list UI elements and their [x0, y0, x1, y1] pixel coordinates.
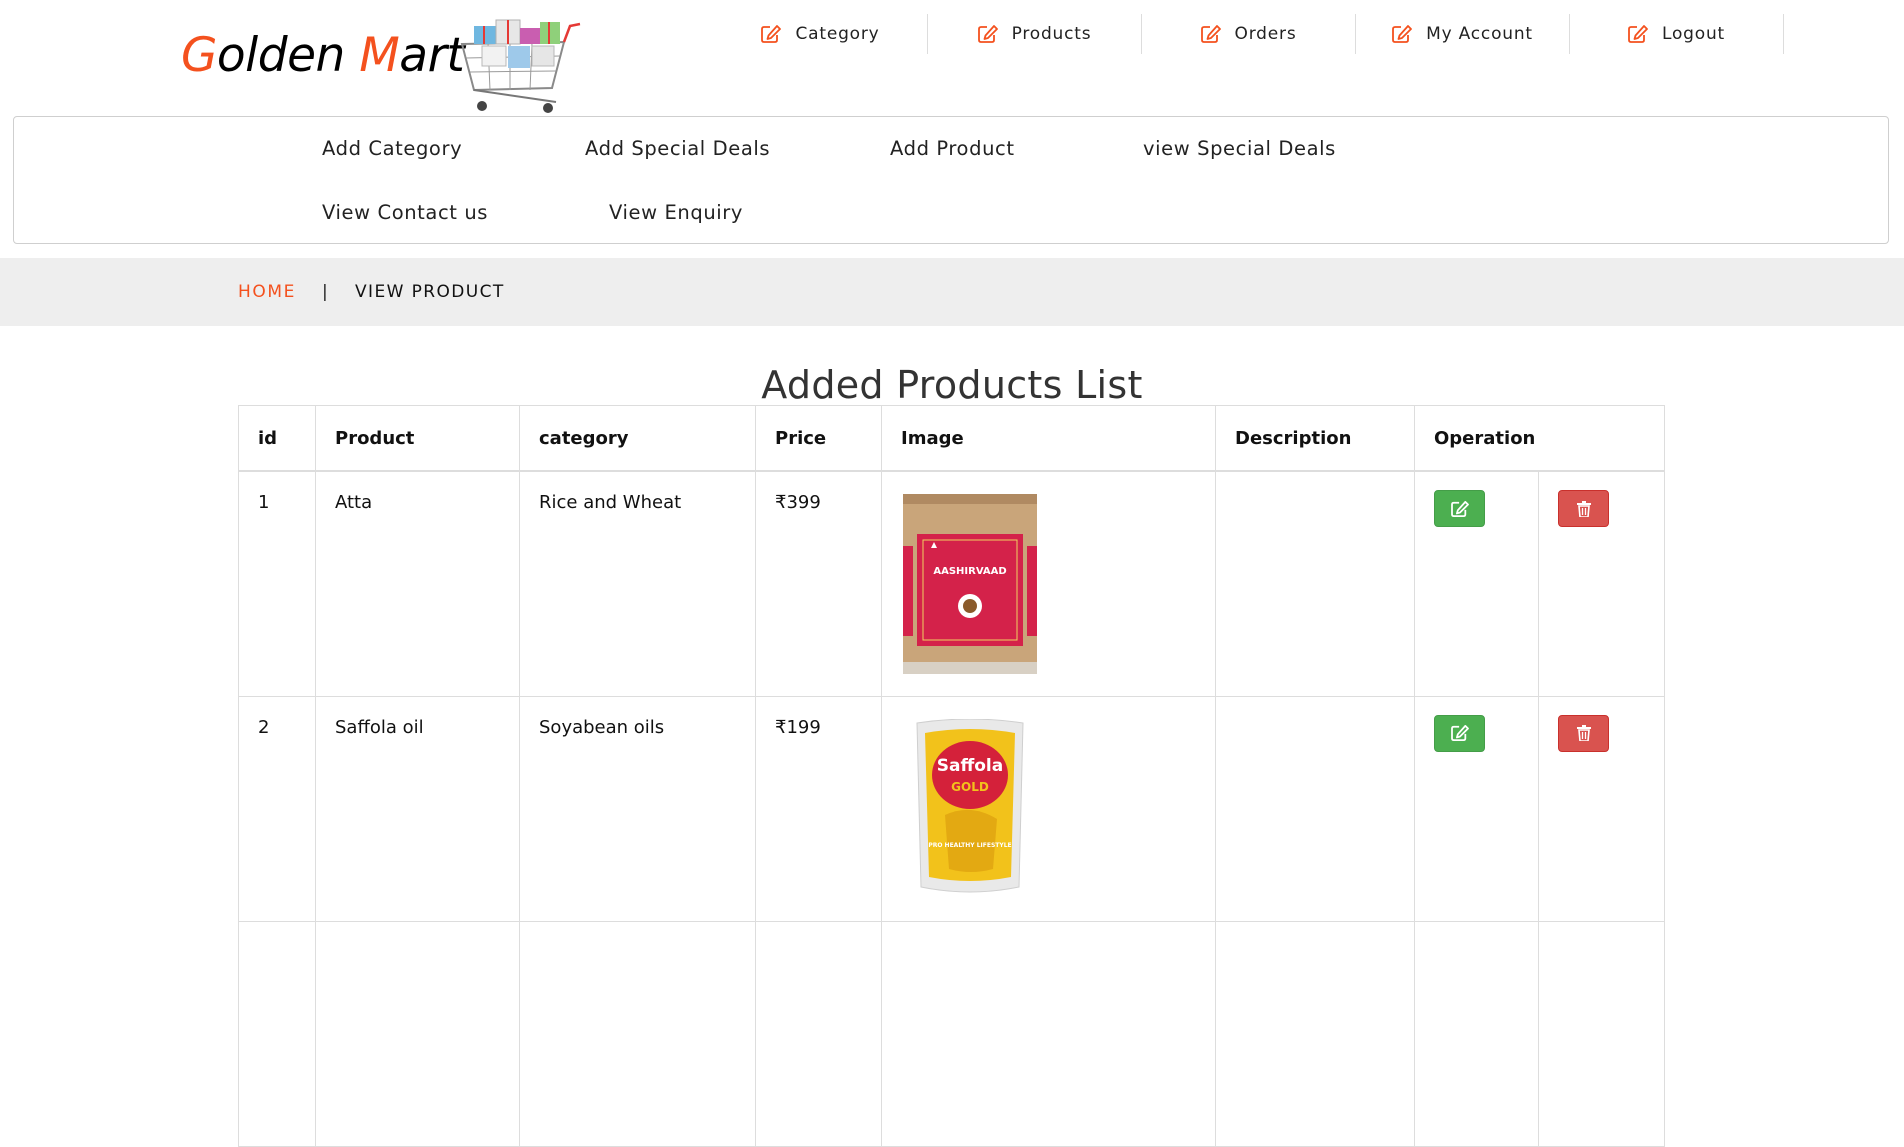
shopping-cart-icon [460, 19, 581, 113]
edit-icon [1450, 725, 1469, 741]
logo-text-olden: olden [216, 28, 360, 83]
table-row: 2 Saffola oil Soyabean oils ₹199 Saffola… [238, 695, 1665, 922]
view-enquiry-link[interactable]: View Enquiry [609, 201, 743, 224]
cell-price: ₹399 [755, 470, 882, 697]
column-header-image: Image [881, 405, 1216, 472]
products-table: id Product category Price Image Descript… [238, 405, 1665, 1147]
saffola-tagline-text: PRO HEALTHY LIFESTYLE [928, 842, 1011, 849]
edit-icon [1200, 25, 1221, 43]
atta-brand-text: AASHIRVAAD [933, 566, 1006, 577]
cell-id: 1 [238, 470, 316, 697]
cell-empty [238, 920, 316, 1147]
column-header-product: Product [315, 405, 520, 472]
saffola-brand-text: Saffola [937, 756, 1003, 776]
edit-icon [1450, 500, 1469, 517]
trash-icon [1576, 725, 1591, 741]
nav-products[interactable]: Products [928, 14, 1142, 54]
nav-orders-label: Orders [1234, 24, 1297, 44]
view-special-deals-link[interactable]: view Special Deals [1143, 137, 1336, 160]
edit-icon [761, 25, 782, 43]
logo-letter-m: M [359, 28, 400, 83]
cell-edit [1414, 470, 1539, 697]
product-image-atta: AASHIRVAAD [903, 494, 1037, 674]
nav-orders[interactable]: Orders [1142, 14, 1356, 54]
cell-product: Atta [315, 470, 520, 697]
nav-category[interactable]: Category [714, 14, 928, 54]
cell-empty [1414, 920, 1539, 1147]
cell-empty [881, 920, 1216, 1147]
cell-description [1215, 470, 1415, 697]
cell-empty [315, 920, 520, 1147]
column-header-price: Price [755, 405, 882, 472]
view-contact-us-link[interactable]: View Contact us [322, 201, 488, 224]
cell-id: 2 [238, 695, 316, 922]
edit-icon [1392, 25, 1413, 43]
column-header-description: Description [1215, 405, 1415, 472]
column-header-operation: Operation [1414, 405, 1665, 472]
logo-letter-g: G [181, 28, 217, 83]
table-row: 1 Atta Rice and Wheat ₹399 AASHIRVAAD [238, 470, 1665, 697]
column-header-id: id [238, 405, 316, 472]
add-special-deals-link[interactable]: Add Special Deals [585, 137, 770, 160]
cell-edit [1414, 695, 1539, 922]
breadcrumb-current: VIEW PRODUCT [355, 282, 505, 302]
cell-empty [519, 920, 756, 1147]
nav-logout-label: Logout [1661, 24, 1725, 44]
page: Golden Mart Category Products Orders My … [0, 0, 1904, 1147]
delete-button[interactable] [1558, 490, 1609, 527]
cell-empty [755, 920, 882, 1147]
nav-my-account[interactable]: My Account [1356, 14, 1570, 54]
column-header-category: category [519, 405, 756, 472]
site-logo[interactable]: Golden Mart [181, 28, 465, 83]
product-image-saffola-oil: Saffola GOLD PRO HEALTHY LIFESTYLE [916, 718, 1024, 892]
cell-category: Rice and Wheat [519, 470, 756, 697]
table-header-row: id Product category Price Image Descript… [238, 405, 1665, 472]
nav-my-account-label: My Account [1426, 24, 1533, 44]
cell-description [1215, 695, 1415, 922]
add-product-link[interactable]: Add Product [890, 137, 1015, 160]
cell-empty [1215, 920, 1415, 1147]
top-navigation: Category Products Orders My Account Logo… [714, 14, 1784, 54]
cell-image: Saffola GOLD PRO HEALTHY LIFESTYLE [881, 695, 1216, 922]
cell-image: AASHIRVAAD [881, 470, 1216, 697]
cell-category: Soyabean oils [519, 695, 756, 922]
trash-icon [1576, 500, 1591, 517]
admin-menu: Add Category Add Special Deals Add Produ… [13, 116, 1889, 244]
breadcrumb-home-link[interactable]: HOME [238, 282, 296, 302]
breadcrumb-separator: | [322, 282, 330, 302]
cell-empty [1538, 920, 1665, 1147]
nav-category-label: Category [795, 24, 880, 44]
cell-product: Saffola oil [315, 695, 520, 922]
nav-logout[interactable]: Logout [1570, 14, 1784, 54]
edit-icon [1628, 25, 1648, 43]
saffola-sub-text: GOLD [951, 780, 989, 794]
cell-delete [1538, 470, 1665, 697]
add-category-link[interactable]: Add Category [322, 137, 462, 160]
cell-delete [1538, 695, 1665, 922]
edit-button[interactable] [1434, 714, 1485, 752]
table-row [238, 920, 1665, 1147]
nav-products-label: Products [1011, 24, 1092, 44]
breadcrumb: HOME | VIEW PRODUCT [0, 258, 1904, 326]
edit-button[interactable] [1434, 490, 1485, 527]
edit-icon [977, 25, 998, 43]
page-title: Added Products List [761, 363, 1143, 407]
delete-button[interactable] [1558, 714, 1609, 752]
cell-price: ₹199 [755, 695, 882, 922]
